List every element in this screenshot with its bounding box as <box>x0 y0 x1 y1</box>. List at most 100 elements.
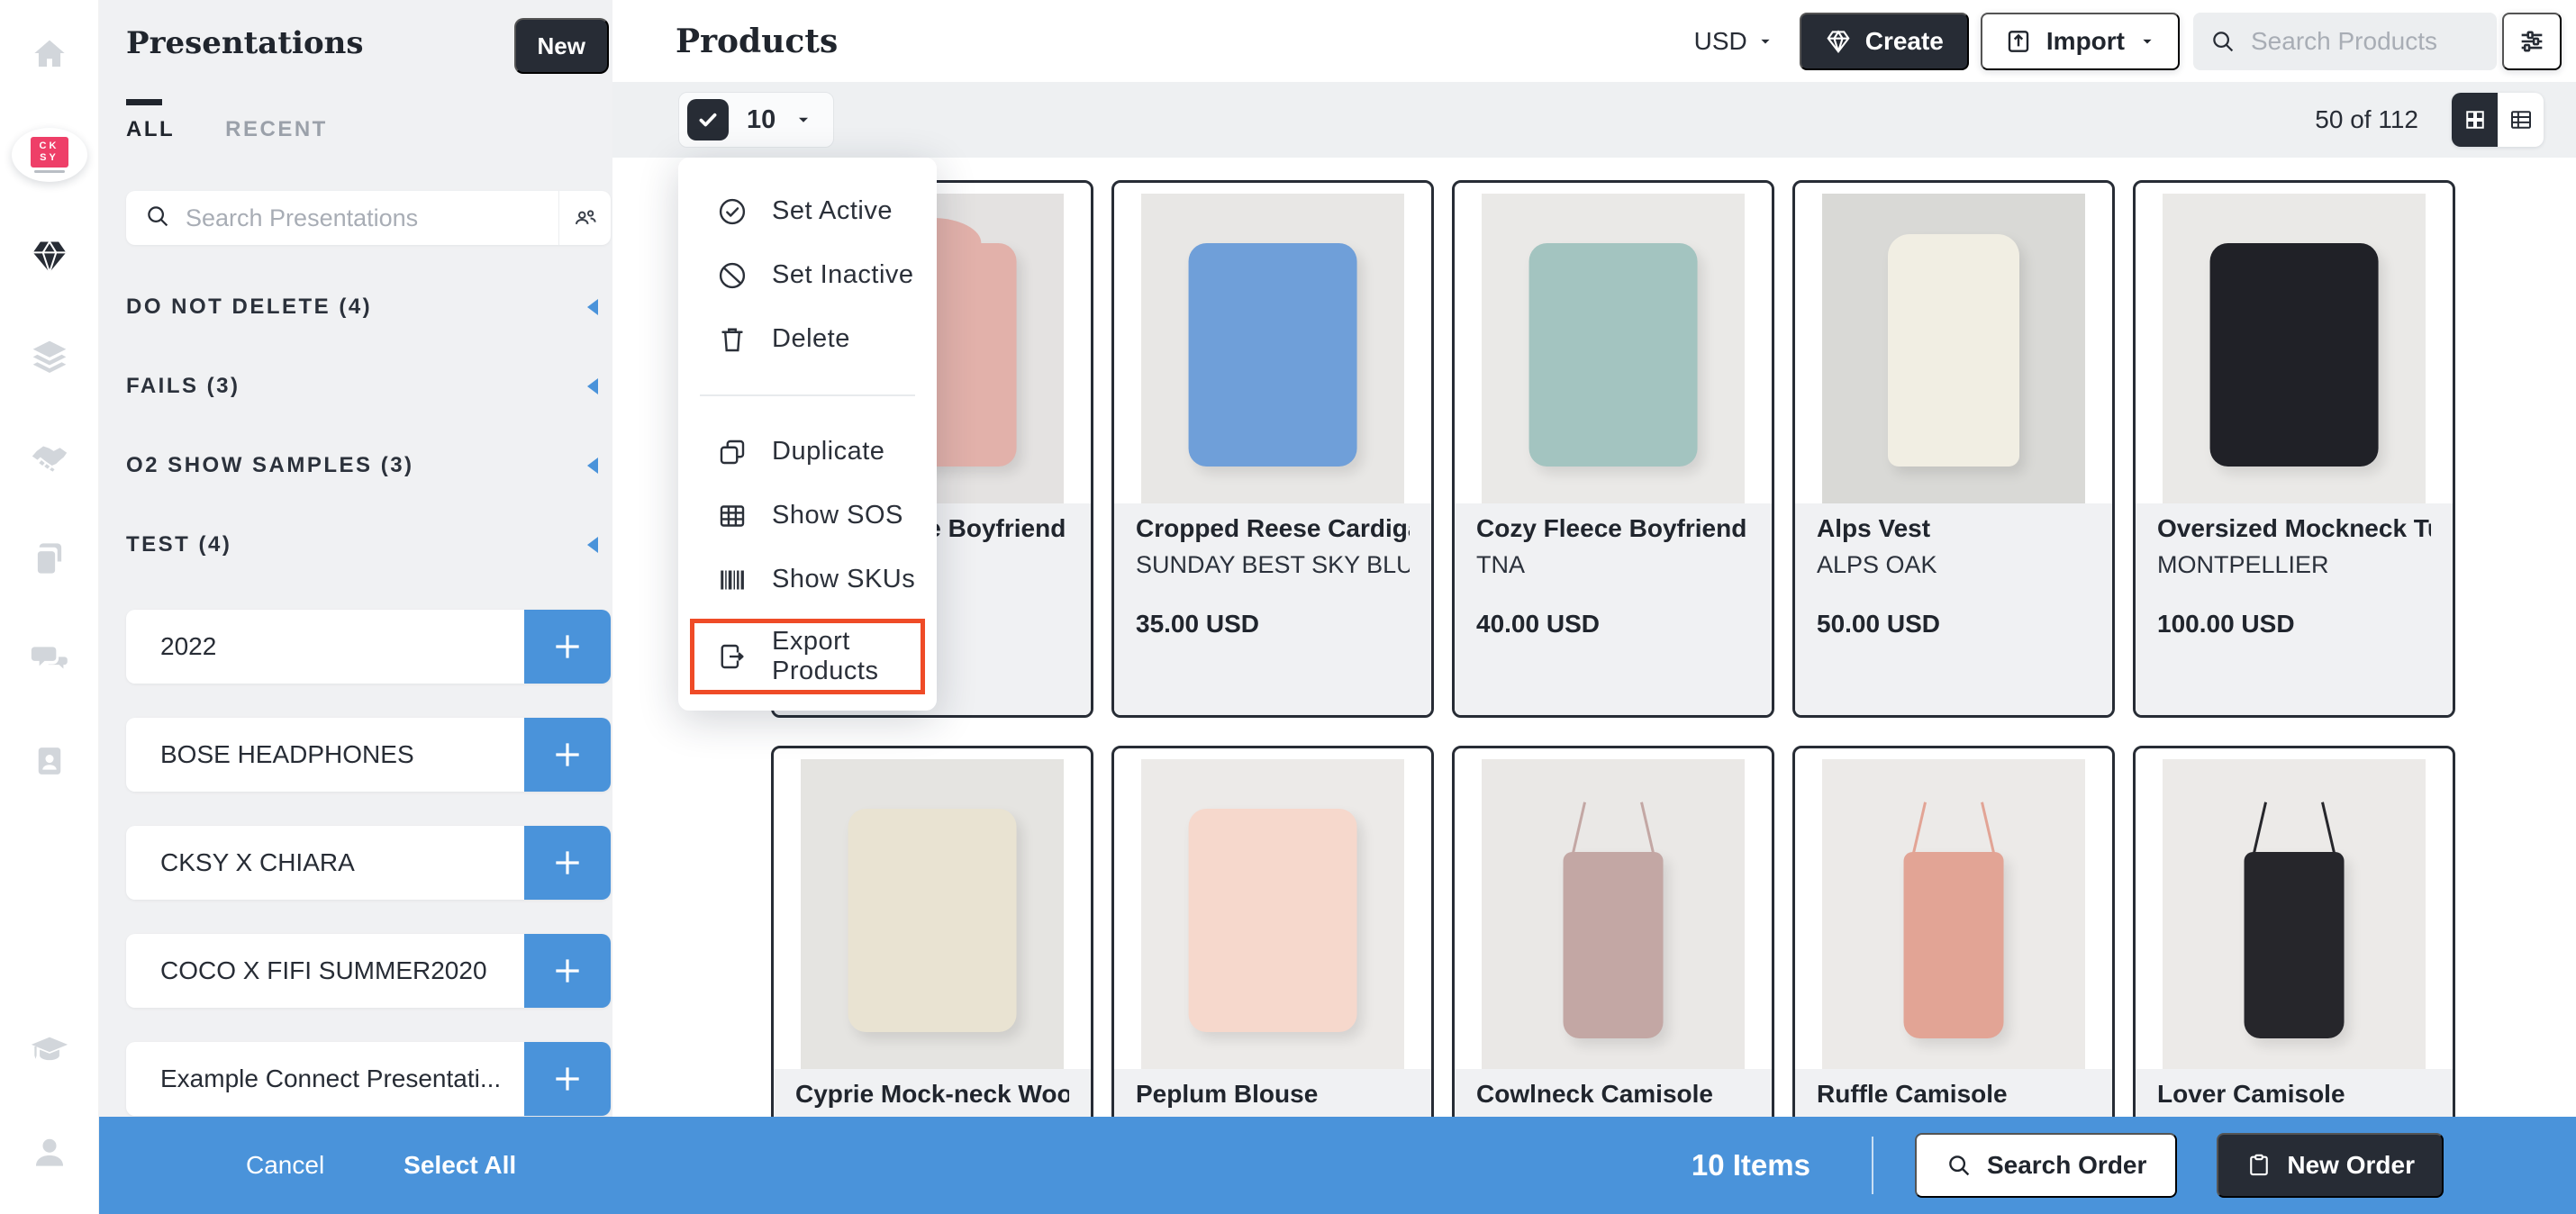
chevron-down-icon <box>2143 39 2152 43</box>
menu-item-export-products[interactable]: Export Products <box>694 623 921 690</box>
group-label: FAILS (3) <box>126 374 240 398</box>
import-button[interactable]: Import <box>1980 12 2180 70</box>
garment-image <box>1888 233 2019 467</box>
collapse-triangle-icon[interactable] <box>587 299 598 315</box>
selection-action-bar: Cancel Select All 10 Items Search Order … <box>99 1117 2576 1214</box>
clipboard-icon[interactable] <box>31 539 68 577</box>
presentation-groups: DO NOT DELETE (4) FAILS (3) O2 SHOW SAMP… <box>99 267 612 584</box>
selection-dropdown[interactable]: 10 <box>678 92 835 148</box>
tab-recent[interactable]: RECENT <box>225 117 328 142</box>
product-photo <box>1482 194 1745 503</box>
create-label: Create <box>1864 26 1944 55</box>
selection-toolbar: 10 50 of 112 <box>612 82 2576 158</box>
layers-icon[interactable] <box>30 337 69 376</box>
presentation-item[interactable]: 2022 <box>126 610 611 684</box>
menu-item-set-active[interactable]: Set Active <box>678 179 937 243</box>
diamond-icon[interactable] <box>30 237 69 276</box>
filter-button[interactable] <box>2502 12 2562 70</box>
tab-all[interactable]: ALL <box>126 117 175 142</box>
add-to-presentation-button[interactable] <box>524 718 611 792</box>
product-title: Alps Vest <box>1817 514 1931 542</box>
chat-icon[interactable] <box>30 640 69 680</box>
menu-item-set-inactive[interactable]: Set Inactive <box>678 243 937 307</box>
graduation-cap-icon[interactable] <box>29 1030 70 1072</box>
trash-icon <box>721 328 743 351</box>
menu-item-delete[interactable]: Delete <box>678 307 937 371</box>
product-price: 100.00 USD <box>2157 610 2295 638</box>
presentation-item[interactable]: COCO X FIFI SUMMER2020 <box>126 934 611 1008</box>
menu-item-duplicate[interactable]: Duplicate <box>678 420 937 484</box>
group-label: DO NOT DELETE (4) <box>126 294 373 319</box>
product-photo <box>1822 759 2085 1069</box>
brand-logo-oval: CK SY <box>11 128 87 182</box>
new-presentation-button[interactable]: New <box>513 18 609 74</box>
collapse-triangle-icon[interactable] <box>587 537 598 553</box>
collapse-triangle-icon[interactable] <box>587 458 598 474</box>
search-products-input[interactable] <box>2249 25 2481 57</box>
select-all-button[interactable]: Select All <box>404 1151 516 1180</box>
sidebar-title: Presentations <box>126 25 364 61</box>
check-icon <box>699 113 717 127</box>
id-badge-icon[interactable] <box>31 742 68 780</box>
home-icon[interactable] <box>31 35 68 73</box>
add-to-presentation-button[interactable] <box>524 610 611 684</box>
add-to-presentation-button[interactable] <box>524 934 611 1008</box>
garment-image <box>2244 852 2345 1038</box>
product-price: 50.00 USD <box>1817 610 1940 638</box>
user-profile-icon[interactable] <box>30 1132 69 1172</box>
product-photo <box>2163 194 2426 503</box>
product-subtitle: TNA <box>1476 551 1525 578</box>
product-title: Cozy Fleece Boyfriend Mo... <box>1476 514 1750 542</box>
table-view-icon <box>2510 111 2531 129</box>
export-highlight-box: Export Products <box>690 619 925 694</box>
product-card[interactable]: Cozy Fleece Boyfriend Mo... TNA 40.00 US… <box>1452 180 1774 718</box>
menu-item-show-skus[interactable]: Show SKUs <box>678 548 937 612</box>
search-presentations-input[interactable] <box>184 203 558 233</box>
group-do-not-delete[interactable]: DO NOT DELETE (4) <box>99 267 612 347</box>
product-info: Cropped Reese Cardigan SUNDAY BEST SKY B… <box>1114 503 1431 715</box>
currency-dropdown[interactable]: USD <box>1694 27 1774 56</box>
presentation-item[interactable]: CKSY X CHIARA <box>126 826 611 900</box>
garment-image <box>1528 243 1698 467</box>
handshake-icon[interactable] <box>29 436 70 477</box>
presentation-item[interactable]: BOSE HEADPHONES <box>126 718 611 792</box>
product-info: Oversized Mockneck Turtl... MONTPELLIER … <box>2136 503 2453 715</box>
group-fails[interactable]: FAILS (3) <box>99 347 612 426</box>
product-photo <box>1822 194 2085 503</box>
product-card[interactable]: Cropped Reese Cardigan SUNDAY BEST SKY B… <box>1111 180 1434 718</box>
add-to-presentation-button[interactable] <box>524 1042 611 1116</box>
product-grid: Cozy Fleece Boyfriend Ho... Cropped Rees… <box>771 180 2455 1214</box>
cancel-button[interactable]: Cancel <box>246 1151 324 1180</box>
new-order-button[interactable]: New Order <box>2217 1133 2444 1198</box>
garment-image <box>1563 852 1664 1038</box>
groups-icon[interactable] <box>558 191 611 245</box>
products-header: Products USD Create Import <box>612 0 2576 82</box>
barcode-icon <box>721 570 744 589</box>
collapse-triangle-icon[interactable] <box>587 378 598 394</box>
product-card[interactable]: Alps Vest ALPS OAK 50.00 USD <box>1792 180 2115 718</box>
product-price: 40.00 USD <box>1476 610 1600 638</box>
chevron-down-icon <box>1761 39 1770 43</box>
select-all-checkbox[interactable] <box>687 99 729 140</box>
garment-image <box>848 809 1017 1032</box>
garment-image <box>2209 243 2379 467</box>
menu-item-show-sos[interactable]: Show SOS <box>678 484 937 548</box>
group-test[interactable]: TEST (4) <box>99 505 612 584</box>
menu-divider <box>700 394 915 396</box>
menu-item-label: Show SKUs <box>772 565 916 593</box>
group-o2-show-samples[interactable]: O2 SHOW SAMPLES (3) <box>99 426 612 505</box>
grid-view-button[interactable] <box>2452 93 2498 147</box>
menu-item-label: Set Active <box>772 196 893 225</box>
presentation-item[interactable]: Example Connect Presentati... <box>126 1042 611 1116</box>
table-view-button[interactable] <box>2498 93 2544 147</box>
create-button[interactable]: Create <box>1799 12 1969 70</box>
add-to-presentation-button[interactable] <box>524 826 611 900</box>
search-order-button[interactable]: Search Order <box>1914 1133 2178 1198</box>
product-info: Alps Vest ALPS OAK 50.00 USD <box>1795 503 2112 715</box>
product-photo <box>1141 194 1404 503</box>
product-title: Cropped Reese Cardigan <box>1136 514 1410 542</box>
product-card[interactable]: Oversized Mockneck Turtl... MONTPELLIER … <box>2133 180 2455 718</box>
sidebar-tabs: ALL RECENT <box>126 117 328 142</box>
brand-logo[interactable]: CK SY <box>11 128 87 182</box>
product-title: Oversized Mockneck Turtl... <box>2157 514 2431 542</box>
